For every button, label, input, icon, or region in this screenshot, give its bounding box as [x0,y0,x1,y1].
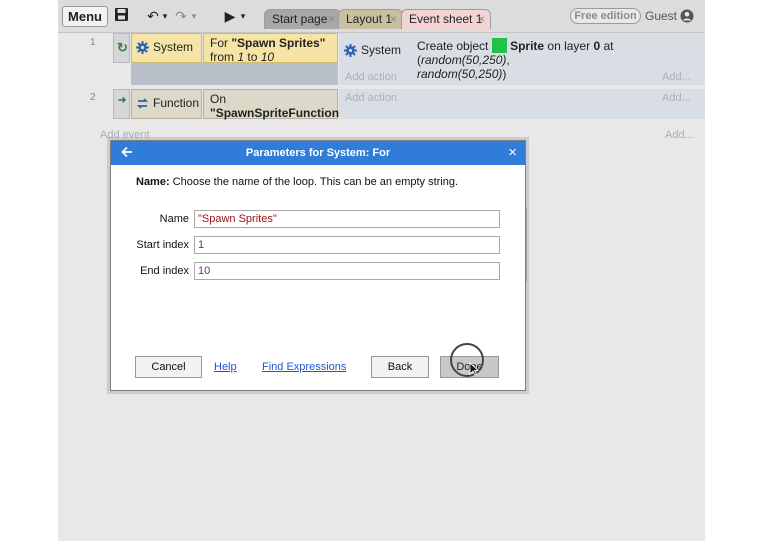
condition-object[interactable]: System [136,40,193,54]
tab-label: Layout 1 [346,12,393,26]
description-text: Choose the name of the loop. This can be… [169,176,459,188]
condition-object[interactable]: Function [136,96,199,110]
tab-close-icon[interactable]: × [478,10,485,29]
start-index-label: Start index [136,239,189,251]
back-arrow-icon[interactable] [120,145,134,159]
condition-prefix: For [210,36,232,50]
condition-to-label: to [244,50,261,64]
add-action-link[interactable]: Add action [345,71,397,83]
condition-from-label: from [210,50,238,64]
action-comma: , [506,53,510,67]
action-prefix: Create object [417,39,492,53]
redo-dropdown-icon[interactable]: ▾ [190,7,198,25]
tab-start-page[interactable]: Start page × [264,9,341,29]
action-object-name: Sprite [510,39,545,53]
loop-name: "Spawn Sprites" [231,36,326,50]
end-index-field[interactable]: 10 [194,262,500,280]
tab-event-sheet-1[interactable]: Event sheet 1 × [401,9,491,29]
end-index-label: End index [140,265,189,277]
function-name: "SpawnSpriteFunction" [210,106,345,120]
trigger-arrow-icon: ➜ [118,95,127,106]
play-icon[interactable]: ▶ [223,7,237,25]
name-field[interactable]: "Spawn Sprites" [194,210,500,228]
redo-icon[interactable]: ↷ [174,7,188,25]
tab-label: Start page [272,12,328,26]
find-expressions-link[interactable]: Find Expressions [262,361,346,373]
undo-dropdown-icon[interactable]: ▾ [161,7,169,25]
dialog-title: Parameters for System: For [111,141,525,165]
menu-button[interactable]: Menu [62,6,108,27]
tab-close-icon[interactable]: × [328,10,335,29]
event-number: 1 [90,37,96,48]
edition-badge[interactable]: Free edition [570,8,641,24]
condition-text: For "Spawn Sprites" from 1 to 10 [210,36,325,64]
action-x: random(50,250) [421,53,507,67]
condition-text: On "SpawnSpriteFunction" [210,92,345,120]
condition-empty-area[interactable] [131,63,338,85]
gear-icon [136,40,149,54]
add-more-link[interactable]: Add... [665,129,694,141]
action-object[interactable]: System [344,43,401,57]
condition-object-label: Function [153,96,200,110]
help-link[interactable]: Help [214,361,237,373]
user-label[interactable]: Guest [645,9,677,23]
tab-label: Event sheet 1 [409,12,483,26]
event-number: 2 [90,92,96,103]
gear-icon [344,43,357,57]
add-more-link[interactable]: Add... [662,92,691,104]
condition-trigger: On [210,92,227,106]
start-index-field[interactable]: 1 [194,236,500,254]
close-icon[interactable]: × [508,141,517,164]
sprite-icon [491,38,507,53]
back-button[interactable]: Back [371,356,429,378]
cancel-button[interactable]: Cancel [135,356,202,378]
action-y: random(50,250) [417,67,503,81]
add-action-link[interactable]: Add action [345,92,397,104]
condition-object-label: System [153,40,194,54]
action-layer-label: on layer [544,39,594,53]
add-more-link[interactable]: Add... [662,71,691,83]
loop-icon: ↻ [117,40,128,55]
loop-end: 10 [260,50,275,64]
save-icon[interactable] [114,7,130,25]
description-label: Name: [136,176,170,188]
user-icon[interactable] [680,9,694,23]
function-icon [136,97,149,109]
tab-layout-1[interactable]: Layout 1 × [338,9,403,29]
action-end: ) [502,67,507,81]
name-label: Name [159,213,189,225]
play-dropdown-icon[interactable]: ▾ [239,7,247,25]
mouse-cursor-icon [469,362,479,376]
undo-icon[interactable]: ↶ [146,7,160,25]
action-object-label: System [361,43,402,57]
parameters-dialog: Parameters for System: For × Name: Choos… [110,140,526,391]
top-toolbar: Menu ↶ ▾ ↷ ▾ ▶ ▾ Start page × Layout 1 ×… [58,0,705,33]
tab-close-icon[interactable]: × [390,10,397,29]
parameter-description: Name: Choose the name of the loop. This … [136,176,458,188]
